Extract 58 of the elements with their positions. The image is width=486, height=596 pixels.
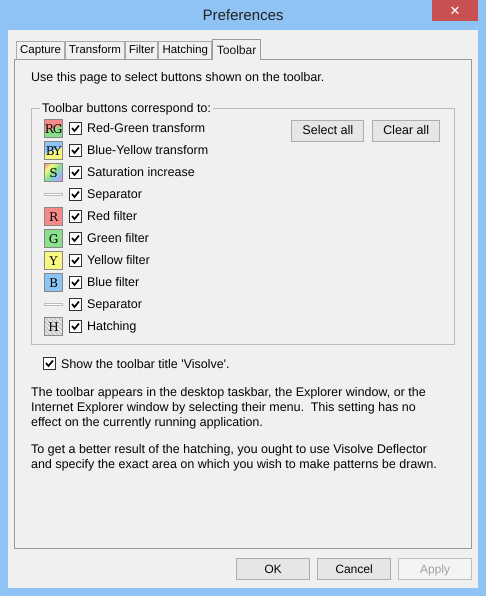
checkmark-icon — [45, 359, 54, 368]
item-label: Green filter — [87, 230, 149, 248]
tab[interactable]: Transform — [64, 41, 125, 59]
close-button[interactable]: ✕ — [432, 0, 478, 21]
checkbox[interactable] — [69, 188, 82, 201]
tab[interactable]: Capture — [16, 41, 65, 59]
tab[interactable]: Filter — [124, 41, 158, 59]
checkmark-icon — [71, 256, 80, 265]
checkmark-icon — [71, 146, 80, 155]
checkmark-icon — [71, 300, 80, 309]
checkbox[interactable] — [69, 232, 82, 245]
checkbox[interactable] — [69, 166, 82, 179]
checkbox[interactable] — [69, 320, 82, 333]
checkbox[interactable] — [69, 210, 82, 223]
toolbar-button-icon: RG — [44, 119, 62, 138]
checkbox[interactable] — [43, 357, 56, 370]
checkbox[interactable] — [69, 276, 82, 289]
toolbar-button-icon: G — [44, 229, 62, 248]
item-label: Saturation increase — [87, 164, 195, 182]
dialog-button[interactable]: OK — [236, 558, 310, 580]
dialog-button[interactable]: Cancel — [317, 558, 391, 580]
checkmark-icon — [71, 278, 80, 287]
group-button[interactable]: Select all — [291, 120, 364, 142]
group-title: Toolbar buttons correspond to: — [41, 100, 212, 117]
tab[interactable]: Toolbar — [212, 39, 262, 60]
toolbar-button-icon: S — [44, 163, 62, 182]
item-label: Yellow filter — [87, 252, 150, 270]
toolbar-button-icon: H — [44, 317, 62, 336]
checkbox[interactable] — [69, 254, 82, 267]
checkbox-label: Show the toolbar title 'Visolve'. — [61, 356, 230, 372]
checkbox[interactable] — [69, 298, 82, 311]
checkmark-icon — [71, 124, 80, 133]
checkbox[interactable] — [69, 122, 82, 135]
toolbar-button-icon: Y — [44, 251, 62, 270]
group-button[interactable]: Clear all — [372, 120, 440, 142]
note-text: The toolbar appears in the desktop taskbar, the Explorer window, or the Internet Explorer window by selecting their menu. This setting has no effect on the currently running application. — [31, 385, 427, 430]
tab[interactable]: Hatching — [158, 41, 212, 59]
item-label: Red-Green transform — [87, 120, 206, 138]
checkmark-icon — [71, 190, 80, 199]
toolbar-button-icon: B — [44, 273, 62, 292]
item-label: Separator — [87, 186, 142, 204]
note-text: To get a better result of the hatching, you ought to use Visolve Deflector and specify the exact area on which you wish to make patterns be drawn. — [31, 442, 438, 472]
checkmark-icon — [71, 234, 80, 243]
item-label: Blue filter — [87, 274, 140, 292]
separator-line-icon — [44, 193, 62, 196]
toolbar-button-icon: R — [44, 207, 62, 226]
checkmark-icon — [71, 168, 80, 177]
item-label: Hatching — [87, 318, 136, 336]
item-label: Blue-Yellow transform — [87, 142, 208, 160]
checkmark-icon — [71, 322, 80, 331]
separator-line-icon — [44, 303, 62, 306]
window-title: Preferences — [202, 6, 284, 26]
intro-text: Use this page to select buttons shown on the toolbar. — [31, 69, 326, 86]
item-label: Separator — [87, 296, 142, 314]
toolbar-button-icon: BY — [44, 141, 62, 160]
checkbox[interactable] — [69, 144, 82, 157]
item-label: Red filter — [87, 208, 138, 226]
checkmark-icon — [71, 212, 80, 221]
